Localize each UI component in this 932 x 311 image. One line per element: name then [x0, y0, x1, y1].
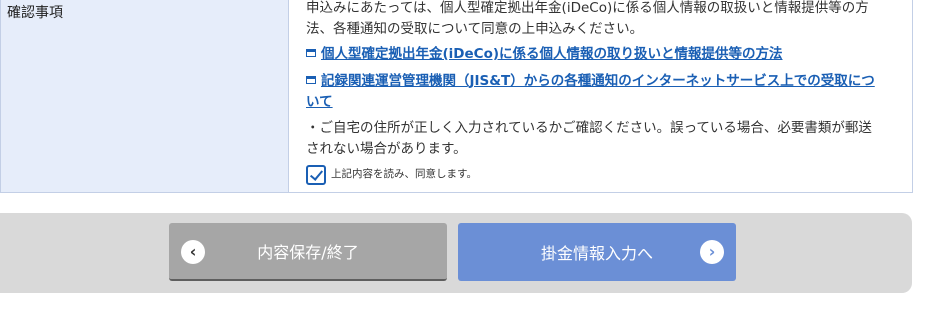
save-and-exit-button[interactable]: ‹ 内容保存/終了: [169, 223, 447, 281]
address-note: ・ご自宅の住所が正しく入力されているかご確認ください。誤っている場合、必要書類が…: [306, 118, 902, 160]
address-note-line-1: ・ご自宅の住所が正しく入力されているかご確認ください。誤っている場合、必要書類が…: [306, 120, 872, 136]
confirmation-table: 確認事項 申込みにあたっては、個人型確定拠出年金(iDeCo)に係る個人情報の取…: [0, 0, 913, 193]
chevron-right-icon: ›: [700, 240, 724, 264]
chevron-left-icon: ‹: [181, 240, 205, 264]
notification-terms-link-label-2: いて: [306, 94, 333, 110]
external-window-icon: [306, 49, 316, 57]
notification-terms-link-label-1: 記録関連運営管理機関（JIS&T）からの各種通知のインターネットサービス上での受…: [321, 73, 875, 89]
agree-row[interactable]: 上記内容を読み、同意します。: [306, 164, 902, 185]
intro-text: 申込みにあたっては、個人型確定拠出年金(iDeCo)に係る個人情報の取扱いと情報…: [306, 0, 902, 40]
button-bar: ‹ 内容保存/終了 掛金情報入力へ ›: [0, 213, 912, 293]
agree-checkbox[interactable]: [306, 164, 326, 185]
privacy-policy-link[interactable]: 個人型確定拠出年金(iDeCo)に係る個人情報の取り扱いと情報提供等の方法: [306, 44, 902, 65]
privacy-policy-link-label: 個人型確定拠出年金(iDeCo)に係る個人情報の取り扱いと情報提供等の方法: [321, 46, 783, 62]
intro-line-2: 法、各種通知の受取について同意の上申込みください。: [306, 21, 644, 37]
next-contribution-button[interactable]: 掛金情報入力へ ›: [458, 223, 736, 281]
save-and-exit-label: 内容保存/終了: [257, 243, 359, 262]
confirmation-label: 確認事項: [1, 0, 289, 192]
confirmation-content: 申込みにあたっては、個人型確定拠出年金(iDeCo)に係る個人情報の取扱いと情報…: [289, 0, 912, 192]
intro-line-1: 申込みにあたっては、個人型確定拠出年金(iDeCo)に係る個人情報の取扱いと情報…: [306, 0, 869, 16]
address-note-line-2: されない場合があります。: [306, 141, 467, 157]
next-contribution-label: 掛金情報入力へ: [540, 244, 653, 263]
notification-terms-link[interactable]: 記録関連運営管理機関（JIS&T）からの各種通知のインターネットサービス上での受…: [306, 71, 902, 113]
agree-label: 上記内容を読み、同意します。: [331, 168, 477, 180]
external-window-icon: [306, 76, 316, 84]
